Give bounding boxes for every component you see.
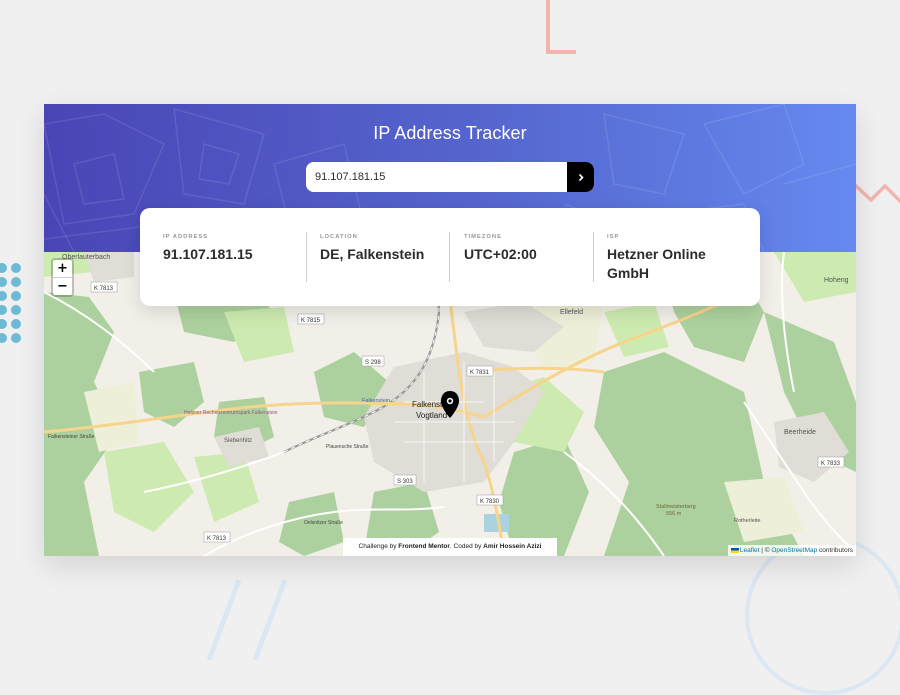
map-label-siebenhitz: Siebenhitz [224,438,252,444]
map-label-s303: S 303 [397,479,413,485]
map-label-ellefeld: Ellefeld [560,309,583,316]
info-isp: ISP Hetzner Online GmbH [607,208,747,306]
map-label-hoheng: Hoheng [824,277,849,284]
info-location: LOCATION DE, Falkenstein [320,208,450,306]
location-label: LOCATION [320,234,358,240]
map-label-beerheide: Beerheide [784,429,816,436]
isp-label: ISP [607,234,620,240]
chevron-right-icon [578,173,584,181]
map-label-vogtland: Vogtland [416,411,447,420]
map-label-hetzner-dc: Hetzner Rechenzentrumspark Falkenstein [184,410,278,416]
author-link[interactable]: Amir Hossein Azizi [483,543,541,550]
map-label-k7815: K 7815 [301,318,321,324]
ip-address-label: IP ADDRESS [163,234,209,240]
map-label-k7833: K 7833 [821,461,841,467]
timezone-value: UTC+02:00 [464,246,537,262]
map-label-rotherleiten: Rotherleite [734,518,761,524]
info-divider [449,232,450,282]
zoom-control: + − [51,258,74,297]
map-label-k7813-bottom: K 7813 [207,536,227,542]
ip-search-form [306,162,594,192]
openstreetmap-link[interactable]: OpenStreetMap [771,547,817,554]
leaflet-link[interactable]: Leaflet [740,547,760,554]
ip-search-input[interactable] [306,162,567,192]
attribution-contributors: contributors [817,547,853,554]
decor-circle [745,535,900,695]
map-label-stallmeisterberg-height: 556 m [666,511,682,517]
info-timezone: TIMEZONE UTC+02:00 [464,208,584,306]
decor-zigzag [855,183,900,204]
info-ip-address: IP ADDRESS 91.107.181.15 [163,208,303,306]
zoom-out-button[interactable]: − [53,277,72,295]
map-label-k7830: K 7830 [480,499,500,505]
frontend-mentor-link[interactable]: Frontend Mentor [398,543,450,550]
map-label-falkenstein-station: Falkenstein [362,398,390,404]
credit-bar: Challenge by Frontend Mentor. Coded by A… [343,538,557,556]
search-submit-button[interactable] [567,162,594,192]
map-label-plauensche: Plauensche Straße [326,444,369,450]
ip-tracker-app: IP Address Tracker 91.107.181.15 Oberlau… [44,104,856,556]
decor-slashes [206,579,288,660]
map-label-stallmeisterberg: Stallmeisterberg [656,504,696,510]
decor-l-shape [546,0,576,54]
map-attribution: Leaflet | © OpenStreetMap contributors [727,545,856,556]
zoom-in-button[interactable]: + [53,260,72,277]
info-divider [593,232,594,282]
map-label-falkensteiner-strasse: Falkensteiner Straße [48,434,95,440]
info-divider [306,232,307,282]
location-value: DE, Falkenstein [320,246,425,262]
credit-prefix: Challenge by [358,543,399,550]
page-title: IP Address Tracker [373,123,527,143]
isp-value: Hetzner Online GmbH [607,246,706,281]
ip-info-card: IP ADDRESS 91.107.181.15 LOCATION DE, Fa… [140,208,760,306]
map-label-s298: S 298 [365,360,381,366]
map-label-k7813-top: K 7813 [94,286,114,292]
map-label-oelsnitzer: Oelsnitzer Straße [304,520,343,526]
timezone-label: TIMEZONE [464,234,502,240]
credit-middle: . Coded by [449,543,484,550]
ukraine-flag-icon [730,547,739,553]
decor-dots [0,263,21,343]
attribution-separator: | © [759,547,772,554]
ip-address-value: 91.107.181.15 [163,246,253,262]
map-label-k7831: K 7831 [470,370,490,376]
